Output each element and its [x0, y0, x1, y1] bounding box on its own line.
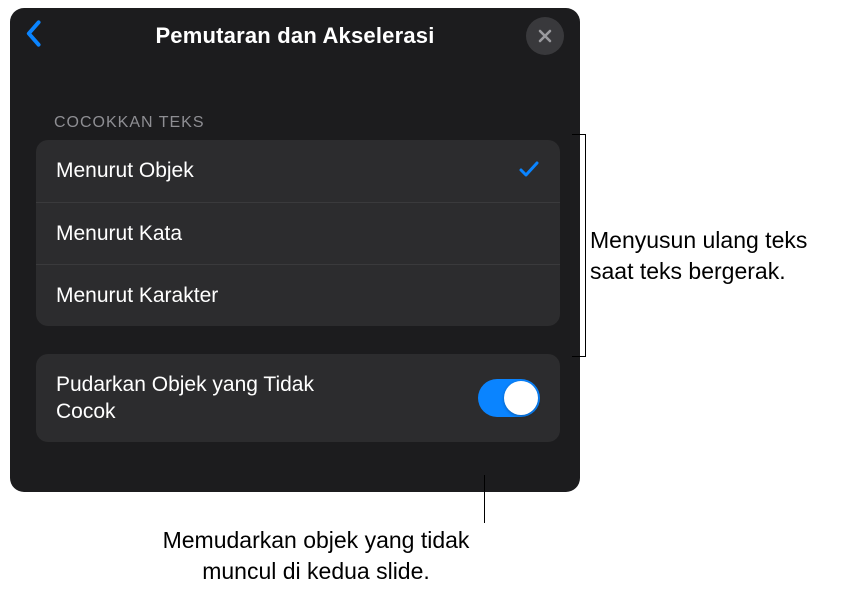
fade-unmatched-switch[interactable]	[478, 379, 540, 417]
checkmark-icon	[518, 158, 540, 185]
option-label: Menurut Objek	[56, 159, 194, 183]
panel-header: Pemutaran dan Akselerasi	[10, 8, 580, 64]
option-by-word[interactable]: Menurut Kata	[36, 202, 560, 264]
option-by-object[interactable]: Menurut Objek	[36, 140, 560, 202]
callout-rearrange-text: Menyusun ulang teks saat teks bergerak.	[590, 225, 840, 287]
close-button[interactable]	[526, 17, 564, 55]
callout-connector	[572, 134, 586, 135]
section-header: COCOKKAN TEKS	[10, 64, 580, 140]
panel-title: Pemutaran dan Akselerasi	[155, 23, 434, 49]
callout-fade-objects: Memudarkan objek yang tidak muncul di ke…	[136, 525, 496, 587]
settings-panel: Pemutaran dan Akselerasi COCOKKAN TEKS M…	[10, 8, 580, 492]
match-text-list: Menurut Objek Menurut Kata Menurut Karak…	[36, 140, 560, 326]
option-label: Menurut Karakter	[56, 284, 218, 308]
close-icon	[537, 28, 553, 44]
chevron-left-icon	[24, 20, 42, 48]
fade-toggle-group: Pudarkan Objek yang Tidak Cocok	[36, 354, 560, 442]
callout-connector	[484, 475, 485, 523]
switch-knob	[504, 381, 538, 415]
option-label: Menurut Kata	[56, 222, 182, 246]
callout-connector	[572, 356, 586, 357]
callout-connector	[585, 134, 586, 357]
back-button[interactable]	[24, 20, 42, 53]
fade-unmatched-label: Pudarkan Objek yang Tidak Cocok	[56, 371, 376, 426]
fade-unmatched-row: Pudarkan Objek yang Tidak Cocok	[36, 354, 560, 442]
option-by-character[interactable]: Menurut Karakter	[36, 264, 560, 326]
